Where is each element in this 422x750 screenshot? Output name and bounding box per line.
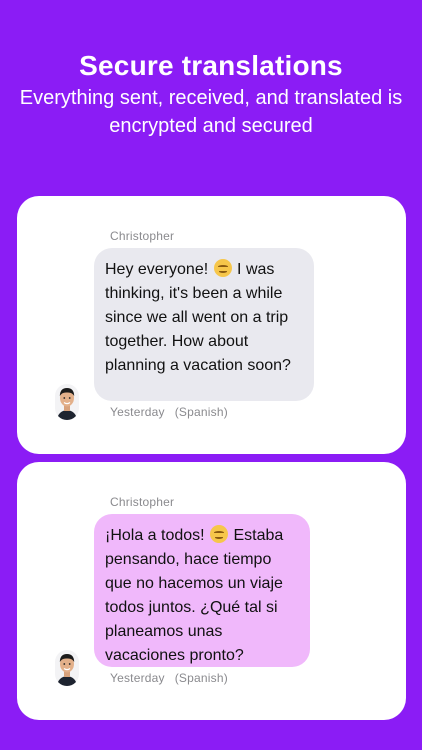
sender-name: Christopher bbox=[110, 495, 175, 509]
message-language: (Spanish) bbox=[174, 671, 228, 685]
promo-title: Secure translations bbox=[79, 50, 343, 81]
sender-avatar[interactable] bbox=[55, 650, 79, 686]
promo-header: Secure translations Everything sent, rec… bbox=[0, 48, 422, 140]
message-text-start: Hey everyone! bbox=[105, 261, 213, 278]
message-meta: Yesterday (Spanish) bbox=[110, 405, 228, 419]
message-meta: Yesterday (Spanish) bbox=[110, 671, 228, 685]
message-time: Yesterday bbox=[110, 671, 165, 685]
message-bubble[interactable]: ¡Hola a todos! Estaba pensando, hace tie… bbox=[94, 514, 310, 667]
message-bubble[interactable]: Hey everyone! I was thinking, it's been … bbox=[94, 248, 314, 401]
smiling-face-emoji-icon bbox=[210, 525, 229, 543]
message-time: Yesterday bbox=[110, 405, 165, 419]
message-text-end: Estaba pensando, hace tiempo que no hace… bbox=[105, 527, 284, 664]
smiling-face-emoji-icon bbox=[213, 259, 232, 277]
promo-subtitle: Everything sent, received, and translate… bbox=[19, 87, 403, 137]
message-language: (Spanish) bbox=[174, 405, 228, 419]
sender-name: Christopher bbox=[110, 229, 175, 243]
message-card-original: Christopher Hey everyone! I was thinking… bbox=[17, 196, 406, 454]
sender-avatar[interactable] bbox=[55, 384, 79, 420]
message-card-translated: Christopher ¡Hola a todos! Estaba pensan… bbox=[17, 462, 406, 720]
message-text-start: ¡Hola a todos! bbox=[105, 527, 210, 544]
